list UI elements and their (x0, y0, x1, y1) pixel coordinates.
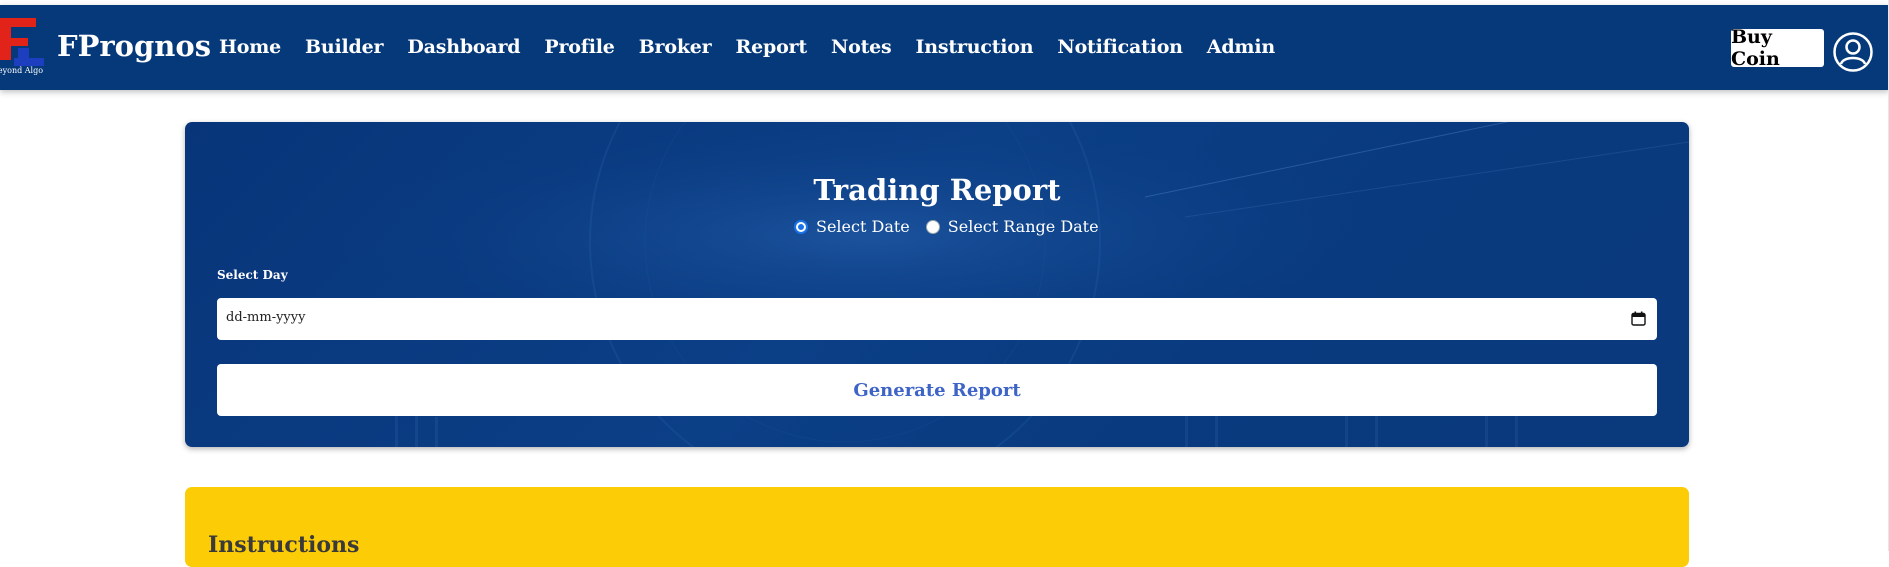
main-nav: Home Builder Dashboard Profile Broker Re… (219, 36, 1275, 58)
brand-name[interactable]: FPrognos (57, 29, 211, 63)
nav-profile[interactable]: Profile (544, 36, 614, 58)
nav-dashboard[interactable]: Dashboard (407, 36, 520, 58)
brand-tagline: Beyond Algo (0, 66, 44, 75)
radio-unchecked-icon[interactable] (925, 219, 940, 234)
page-title: Trading Report (813, 173, 1061, 208)
buy-coin-button[interactable]: Buy Coin (1731, 26, 1824, 70)
calendar-icon[interactable] (1631, 311, 1646, 326)
radio-checked-icon[interactable] (794, 219, 808, 234)
nav-report[interactable]: Report (736, 36, 808, 58)
nav-home[interactable]: Home (219, 36, 281, 58)
nav-broker[interactable]: Broker (639, 36, 712, 58)
select-day-label: Select Day (217, 268, 288, 282)
trading-report-card: Trading Report Select Date Select Range … (185, 122, 1689, 447)
radio-select-date-label: Select Date (816, 217, 910, 236)
nav-notes[interactable]: Notes (831, 36, 892, 58)
nav-notification[interactable]: Notification (1057, 36, 1183, 58)
generate-report-button[interactable]: Generate Report (217, 364, 1657, 416)
top-navbar: Beyond Algo FPrognos Home Builder Dashbo… (0, 5, 1889, 90)
nav-instruction[interactable]: Instruction (916, 36, 1034, 58)
instructions-panel: Instructions (185, 487, 1689, 567)
instructions-title: Instructions (208, 532, 360, 559)
user-circle-icon[interactable] (1833, 32, 1873, 72)
radio-select-range-date[interactable]: Select Range Date (925, 217, 1099, 236)
nav-builder[interactable]: Builder (305, 36, 383, 58)
radio-select-range-date-label: Select Range Date (947, 217, 1099, 236)
report-mode-radio-group: Select Date Select Range Date (794, 217, 1115, 236)
radio-select-date[interactable]: Select Date (794, 217, 910, 236)
date-input-placeholder: dd-mm-yyyy (226, 310, 306, 325)
nav-admin[interactable]: Admin (1207, 36, 1275, 58)
select-day-date-input[interactable]: dd-mm-yyyy (217, 298, 1657, 340)
